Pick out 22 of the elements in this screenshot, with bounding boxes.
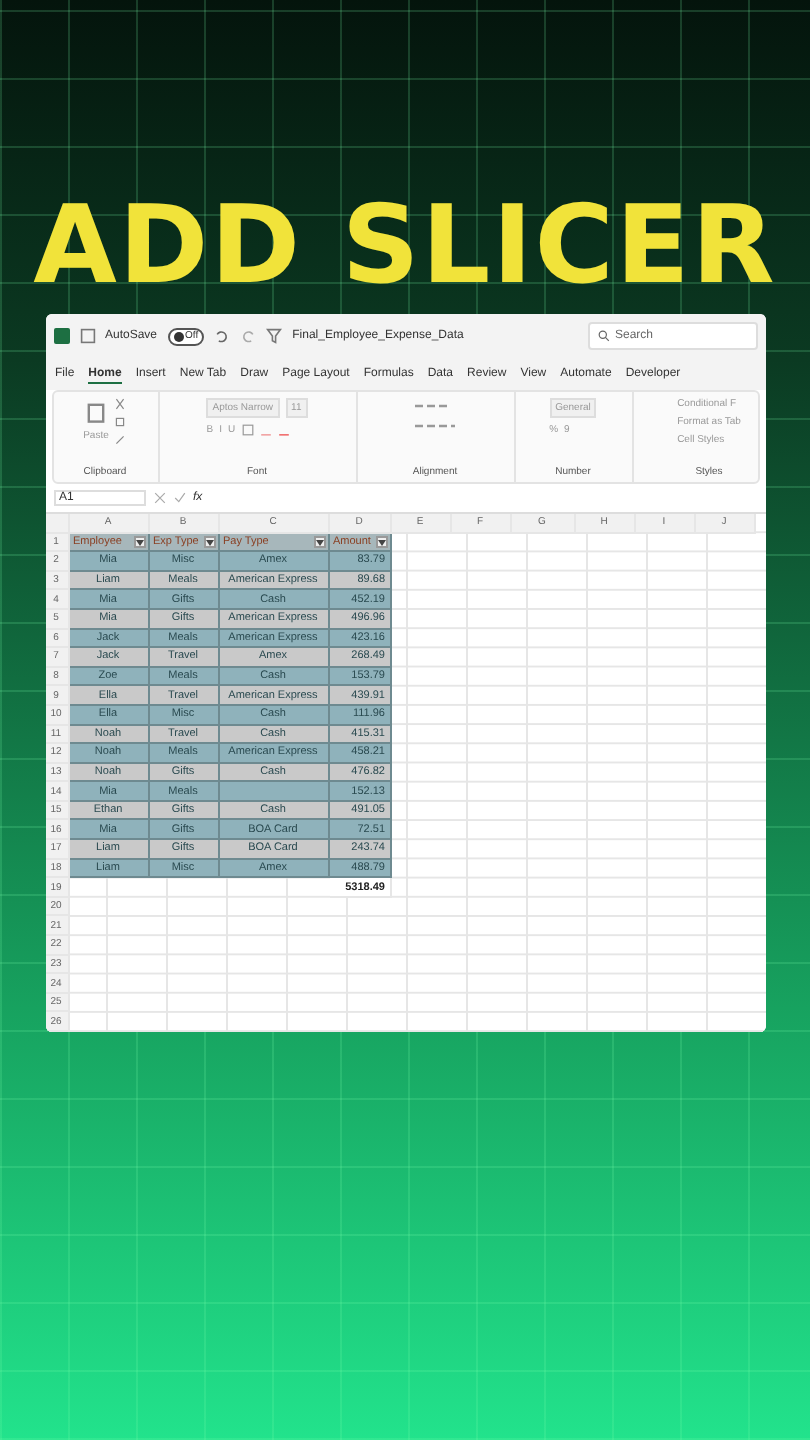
filter-button[interactable] (375, 536, 387, 549)
cancel-icon (153, 492, 165, 505)
scissors-icon (114, 397, 127, 410)
check-icon (173, 492, 185, 505)
save-icon (79, 328, 95, 345)
search-icon (597, 330, 609, 343)
filter-icon (266, 328, 283, 345)
undo-icon (214, 328, 231, 345)
corner-cell[interactable] (45, 513, 69, 534)
border-icon (241, 423, 254, 436)
filter-button[interactable] (133, 536, 145, 549)
redo-icon (240, 328, 257, 345)
table-cell (219, 782, 329, 802)
clipboard-icon (83, 400, 108, 425)
headline: ADD SLICER (33, 184, 777, 308)
caret-icon (205, 539, 213, 546)
excel-logo-icon (53, 328, 69, 345)
caret-icon (377, 539, 385, 546)
filter-button[interactable] (313, 536, 325, 549)
caret-icon (135, 539, 143, 546)
caret-icon (315, 539, 323, 546)
filter-button[interactable] (203, 536, 215, 549)
